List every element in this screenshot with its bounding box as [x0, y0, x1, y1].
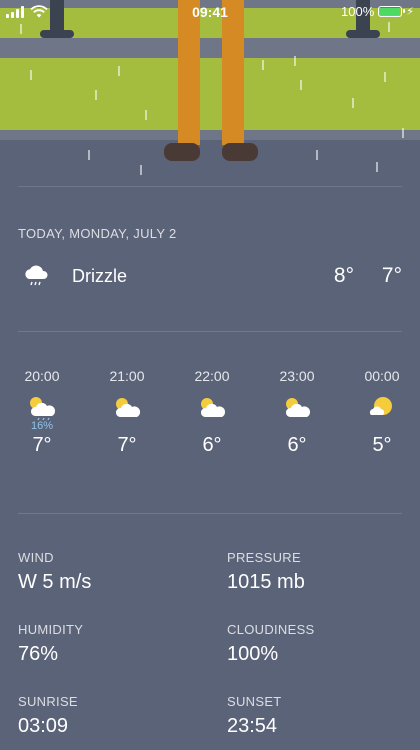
partly-sunny-icon [285, 398, 311, 417]
hour-precip [267, 420, 327, 433]
wind-detail: WIND W 5 m/s [18, 550, 208, 594]
hour-item: 22:00 6° [182, 368, 242, 457]
sunset-value: 23:54 [227, 715, 278, 737]
wind-value: W 5 m/s [18, 571, 92, 593]
sunset-label: SUNSET [227, 694, 282, 709]
bench-rail [0, 38, 420, 58]
pressure-label: PRESSURE [227, 550, 301, 565]
battery-percent: 100% [341, 4, 375, 19]
cloudiness-label: CLOUDINESS [227, 622, 315, 637]
hour-temp: 5° [372, 434, 392, 456]
sunset-detail: SUNSET 23:54 [227, 694, 417, 738]
hour-time: 21:00 [109, 368, 145, 384]
hour-item: 00:00 5° [352, 368, 412, 457]
hour-time: 22:00 [194, 368, 230, 384]
pressure-value: 1015 mb [227, 571, 305, 593]
battery-icon [378, 6, 406, 17]
humidity-value: 76% [18, 643, 59, 665]
hour-temp: 6° [202, 434, 222, 456]
sunrise-label: SUNRISE [18, 694, 78, 709]
cloud-drizzle-icon [25, 265, 48, 286]
cloudiness-detail: CLOUDINESS 100% [227, 622, 417, 666]
divider [18, 331, 402, 332]
today-low-temp: 7° [381, 264, 402, 287]
hour-item: 20:00 16% 7° [12, 368, 72, 457]
partly-sunny-icon [115, 398, 141, 417]
hour-precip [182, 420, 242, 433]
person-shoe-left [164, 143, 200, 161]
raindrop [402, 128, 404, 138]
bench-base [0, 130, 420, 140]
cloudiness-value: 100% [227, 643, 279, 665]
raindrop [140, 165, 142, 175]
ground-line [18, 186, 402, 187]
hour-precip [97, 420, 157, 433]
divider [18, 513, 402, 514]
raindrop [95, 90, 97, 100]
hour-temp: 7° [32, 434, 52, 456]
sunrise-detail: SUNRISE 03:09 [18, 694, 208, 738]
partly-sunny-icon [200, 398, 226, 417]
wind-label: WIND [18, 550, 54, 565]
person-shoe-right [222, 143, 258, 161]
hourly-forecast: 20:00 16% 7° 21:00 7° 22:00 6° 23:00 6° … [0, 368, 420, 478]
hour-time: 00:00 [364, 368, 400, 384]
raindrop [262, 60, 264, 70]
hour-precip [352, 420, 412, 433]
raindrop [88, 150, 90, 160]
raindrop [118, 66, 120, 76]
sunrise-value: 03:09 [18, 715, 69, 737]
hour-item: 23:00 6° [267, 368, 327, 457]
bench-slat-lower [0, 58, 420, 130]
humidity-detail: HUMIDITY 76% [18, 622, 208, 666]
raindrop [294, 56, 296, 66]
raindrop [20, 24, 22, 34]
today-high-temp: 8° [333, 264, 354, 287]
today-condition: Drizzle [72, 266, 128, 286]
weather-illustration [0, 0, 420, 200]
status-right: 100% ⚡ [341, 4, 414, 19]
partly-sunny-rain-icon [30, 397, 56, 420]
raindrop [145, 110, 147, 120]
today-summary: Drizzle 8° 7° [18, 260, 402, 294]
charging-icon: ⚡ [406, 6, 414, 18]
sunny-cloud-icon [369, 397, 392, 415]
raindrop [352, 98, 354, 108]
raindrop [300, 80, 302, 90]
today-date-label: TODAY, MONDAY, JULY 2 [18, 226, 177, 241]
raindrop [30, 70, 32, 80]
raindrop [376, 162, 378, 172]
hour-item: 21:00 7° [97, 368, 157, 457]
hour-precip: 16% [30, 420, 54, 432]
hour-temp: 7° [117, 434, 137, 456]
hour-temp: 6° [287, 434, 307, 456]
humidity-label: HUMIDITY [18, 622, 84, 637]
raindrop [384, 72, 386, 82]
raindrop [316, 150, 318, 160]
status-bar: 09:41 100% ⚡ [0, 0, 420, 24]
hour-time: 20:00 [24, 368, 60, 384]
hour-time: 23:00 [279, 368, 315, 384]
pressure-detail: PRESSURE 1015 mb [227, 550, 417, 594]
